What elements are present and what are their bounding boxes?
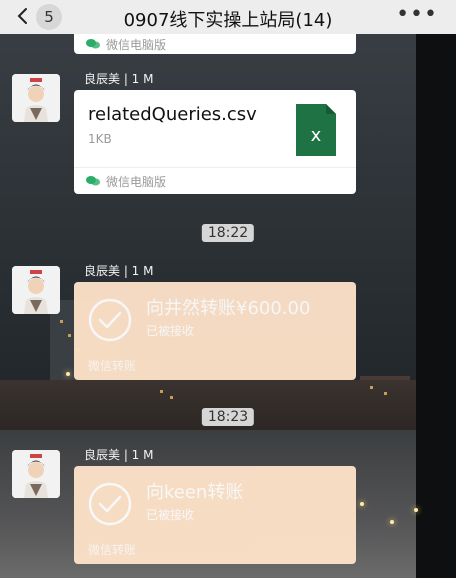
- transfer-card[interactable]: 向keen转账 已被接收 微信转账: [74, 466, 356, 564]
- file-name: relatedQueries.csv: [88, 104, 257, 125]
- more-dots-icon[interactable]: •••: [396, 2, 438, 27]
- sender-name: 良辰美 | 1 M: [84, 72, 154, 86]
- svg-text:x: x: [311, 125, 322, 146]
- file-card-footer: 微信电脑版: [74, 167, 356, 194]
- avatar-figure-icon: [12, 266, 60, 314]
- transfer-amount: 向井然转账¥600.00: [146, 298, 311, 319]
- check-circle-icon: [88, 298, 132, 342]
- avatar[interactable]: [12, 74, 60, 122]
- file-source-label: 微信电脑版: [106, 175, 167, 189]
- sender-name: 良辰美 | 1 M: [84, 264, 154, 278]
- previous-file-card-footer[interactable]: 微信电脑版: [74, 34, 356, 54]
- wechat-logo-icon: [86, 39, 100, 49]
- chat-header: 5 0907线下实操上站局(14) •••: [0, 0, 456, 34]
- timestamp: 18:22: [201, 224, 255, 242]
- avatar-figure-icon: [12, 450, 60, 498]
- message-file: 良辰美 | 1 M relatedQueries.csv 1KB x 微信电脑版: [10, 70, 446, 200]
- wechat-logo-icon: [86, 176, 100, 186]
- avatar[interactable]: [12, 266, 60, 314]
- sender-name: 良辰美 | 1 M: [84, 448, 154, 462]
- transfer-footer: 微信转账: [88, 359, 137, 373]
- message-transfer: 良辰美 | 1 M 向井然转账¥600.00 已被接收 微信转账: [10, 262, 446, 382]
- avatar-figure-icon: [12, 74, 60, 122]
- transfer-footer: 微信转账: [88, 543, 137, 557]
- transfer-card[interactable]: 向井然转账¥600.00 已被接收 微信转账: [74, 282, 356, 380]
- file-size: 1KB: [88, 132, 112, 146]
- transfer-status: 已被接收: [146, 324, 195, 338]
- file-source-label: 微信电脑版: [106, 38, 167, 52]
- timestamp: 18:23: [201, 408, 255, 426]
- avatar[interactable]: [12, 450, 60, 498]
- check-circle-icon: [88, 482, 132, 526]
- file-card[interactable]: relatedQueries.csv 1KB x 微信电脑版: [74, 90, 356, 194]
- excel-file-icon: x: [296, 104, 336, 156]
- chat-title: 0907线下实操上站局(14): [123, 10, 333, 31]
- message-transfer: 良辰美 | 1 M 向keen转账 已被接收 微信转账: [10, 446, 446, 566]
- transfer-status: 已被接收: [146, 508, 195, 522]
- transfer-amount: 向keen转账: [146, 482, 244, 503]
